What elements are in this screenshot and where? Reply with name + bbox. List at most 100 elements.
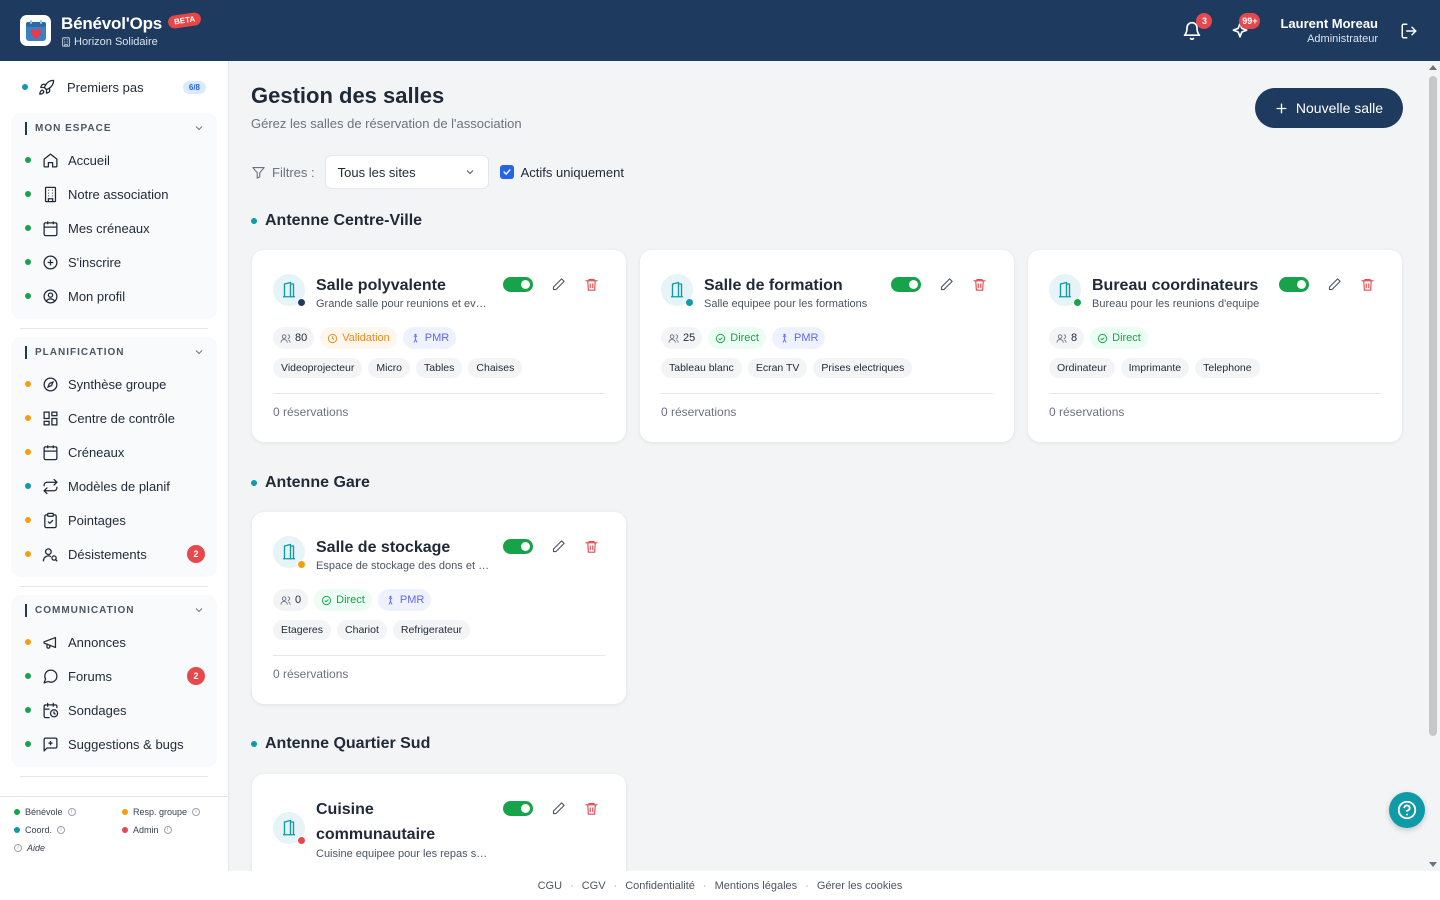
equipment-list: Videoprojecteur Micro Tables Chaises <box>273 358 523 378</box>
active-only-checkbox[interactable] <box>499 165 514 179</box>
room-card[interactable]: Salle de formation Salle equipee pour le… <box>640 250 1014 442</box>
pencil-icon <box>552 539 565 552</box>
sidebar-item-forums[interactable]: Forums 2 <box>11 659 217 693</box>
scroll-up-arrow[interactable] <box>1429 65 1437 70</box>
section-header[interactable]: PLANIFICATION <box>11 337 217 367</box>
scroll-thumb[interactable] <box>1429 76 1437 736</box>
room-active-toggle[interactable] <box>503 276 533 292</box>
section-header[interactable]: MON ESPACE <box>11 113 217 143</box>
edit-button[interactable] <box>550 276 566 292</box>
footer-link-cgv[interactable]: CGV <box>582 880 606 892</box>
user-name: Laurent Moreau <box>1280 16 1378 31</box>
edit-button[interactable] <box>550 538 566 554</box>
sidebar-item-pointages[interactable]: Pointages <box>11 503 217 537</box>
equipment-tag: Prises electriques <box>813 358 913 378</box>
sidebar-item-label: Centre de contrôle <box>68 410 175 426</box>
logout-button[interactable] <box>1398 20 1420 42</box>
sidebar-item-premiers-pas[interactable]: Premiers pas 6/8 <box>10 69 218 105</box>
sidebar-item-synthese-groupe[interactable]: Synthèse groupe <box>11 367 217 401</box>
sidebar-item-modeles-de-planif[interactable]: Modèles de planif <box>11 469 217 503</box>
reservations-count: 0 réservations <box>273 667 349 681</box>
clock-icon <box>328 333 338 343</box>
reservations-count: 0 réservations <box>273 405 349 419</box>
sidebar-item-desistements[interactable]: Désistements 2 <box>11 537 217 571</box>
sidebar-item-label: Notre association <box>68 186 169 202</box>
equipment-list: Tableau blanc Ecran TV Prises electrique… <box>661 358 913 378</box>
delete-button[interactable] <box>583 800 599 816</box>
info-icon[interactable]: i <box>57 826 66 834</box>
sidebar-item-suggestions-bugs[interactable]: Suggestions & bugs <box>11 727 217 761</box>
info-icon[interactable]: i <box>192 808 201 816</box>
equipment-list: Ordinateur Imprimante Telephone <box>1049 358 1260 378</box>
room-card[interactable]: Salle de stockage Espace de stockage des… <box>252 512 626 704</box>
footer-link-mentions-legales[interactable]: Mentions légales <box>715 880 798 892</box>
delete-button[interactable] <box>971 276 987 292</box>
footer-link-confidentialite[interactable]: Confidentialité <box>625 880 695 892</box>
edit-button[interactable] <box>938 276 954 292</box>
sidebar-item-creneaux[interactable]: Créneaux <box>11 435 217 469</box>
sidebar-item-label: Sondages <box>68 702 127 718</box>
card-divider <box>661 393 993 394</box>
room-active-toggle[interactable] <box>891 276 921 292</box>
megaphone-icon <box>42 636 56 649</box>
help-button[interactable] <box>1389 792 1425 828</box>
sidebar-item-notre-association[interactable]: Notre association <box>11 177 217 211</box>
room-card[interactable]: Cuisine communautaire Cuisine equipee po… <box>252 774 626 871</box>
section-marker <box>25 345 27 359</box>
room-active-toggle[interactable] <box>503 800 533 816</box>
sidebar-item-sondages[interactable]: Sondages <box>11 693 217 727</box>
info-icon[interactable]: i <box>67 808 76 816</box>
active-only-label[interactable]: Actifs uniquement <box>521 165 624 180</box>
app-logo[interactable] <box>20 15 51 46</box>
sidebar-item-sinscrire[interactable]: S'inscrire <box>11 245 217 279</box>
role-dot <box>25 673 31 679</box>
footer-link-cgu[interactable]: CGU <box>538 880 562 892</box>
main-scrollbar[interactable] <box>1426 61 1440 871</box>
info-icon: i <box>14 844 22 852</box>
info-icon[interactable]: i <box>163 826 172 834</box>
delete-button[interactable] <box>1359 276 1375 292</box>
booking-mode-chip: Direct <box>314 589 372 611</box>
sidebar-item-centre-de-controle[interactable]: Centre de contrôle <box>11 401 217 435</box>
accessibility-icon <box>782 333 787 343</box>
site-select[interactable]: Tous les sites <box>324 155 489 189</box>
notifications-button[interactable]: 3 <box>1178 12 1213 45</box>
new-room-button[interactable]: Nouvelle salle <box>1255 88 1403 128</box>
trash-icon <box>584 802 598 815</box>
role-dot <box>25 415 31 421</box>
accessibility-icon <box>413 333 418 343</box>
equipment-tag: Chaises <box>468 358 523 378</box>
room-active-toggle[interactable] <box>503 538 533 554</box>
sidebar-item-label: Désistements <box>68 546 147 562</box>
sidebar-item-mes-creneaux[interactable]: Mes créneaux <box>11 211 217 245</box>
booking-mode-chip: Direct <box>708 327 766 349</box>
footer-separator: · <box>570 879 574 892</box>
sidebar-item-annonces[interactable]: Annonces <box>11 625 217 659</box>
card-divider <box>1049 393 1381 394</box>
door-icon <box>283 281 295 298</box>
organization-name: Horizon Solidaire <box>74 35 158 48</box>
app-name: Bénévol'Ops <box>61 13 163 33</box>
footer-link-cookies[interactable]: Gérer les cookies <box>817 880 903 892</box>
user-menu[interactable]: Laurent Moreau Administrateur <box>1280 16 1378 45</box>
edit-button[interactable] <box>1326 276 1342 292</box>
delete-button[interactable] <box>583 276 599 292</box>
activity-button[interactable]: 99+ <box>1226 12 1261 45</box>
room-active-toggle[interactable] <box>1279 276 1309 292</box>
users-icon <box>668 333 679 343</box>
section-header[interactable]: COMMUNICATION <box>11 595 217 625</box>
footer-separator: · <box>702 879 707 892</box>
pmr-chip: PMR <box>402 327 457 349</box>
trash-icon <box>584 540 598 553</box>
delete-button[interactable] <box>583 538 599 554</box>
sidebar-item-accueil[interactable]: Accueil <box>11 143 217 177</box>
room-card[interactable]: Salle polyvalente Grande salle pour reun… <box>252 250 626 442</box>
users-icon <box>280 333 291 343</box>
edit-button[interactable] <box>550 800 566 816</box>
sidebar-item-mon-profil[interactable]: Mon profil <box>11 279 217 313</box>
help-link[interactable]: i Aide <box>14 843 215 853</box>
room-status-dot <box>297 298 306 307</box>
room-card[interactable]: Bureau coordinateurs Bureau pour les reu… <box>1028 250 1402 442</box>
check-icon <box>502 169 511 175</box>
scroll-down-arrow[interactable] <box>1429 862 1437 867</box>
